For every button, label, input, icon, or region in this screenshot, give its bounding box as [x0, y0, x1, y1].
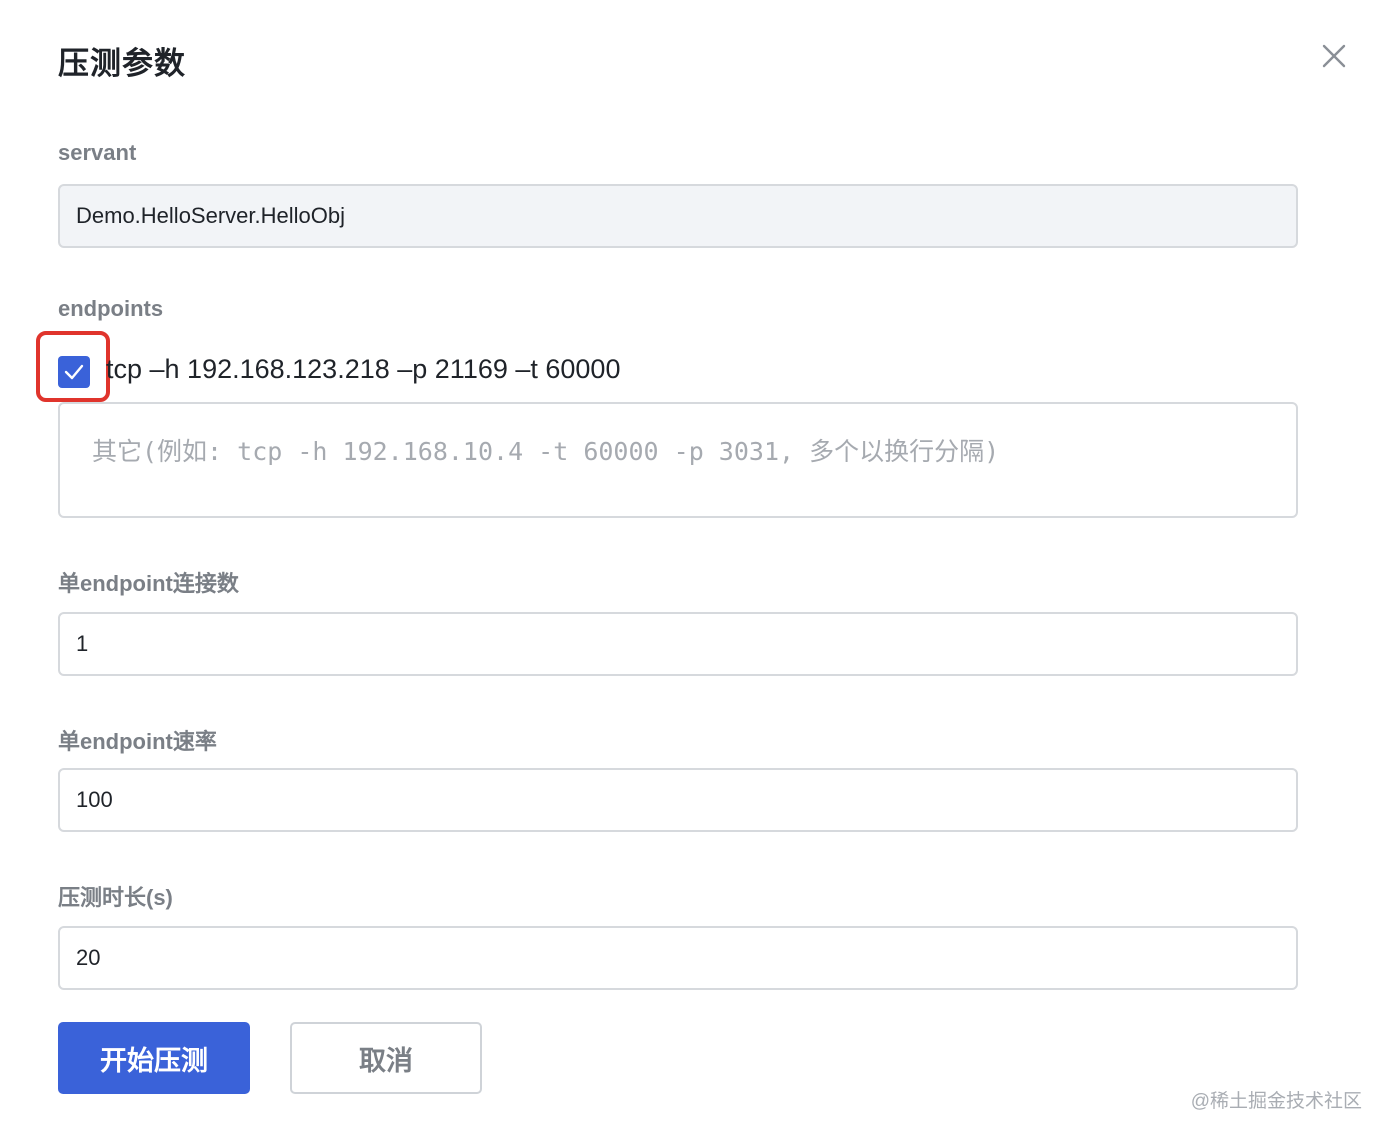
- servant-input[interactable]: [58, 184, 1298, 248]
- connections-label: 单endpoint连接数: [58, 571, 239, 596]
- other-endpoints-textarea[interactable]: [58, 402, 1298, 518]
- duration-label: 压测时长(s): [58, 885, 173, 910]
- connections-input[interactable]: [58, 612, 1298, 676]
- servant-label: servant: [58, 140, 137, 165]
- close-button[interactable]: [1316, 38, 1352, 74]
- endpoint-text: tcp –h 192.168.123.218 –p 21169 –t 60000: [106, 354, 621, 384]
- highlight-annotation: [36, 331, 110, 402]
- close-icon: [1322, 44, 1346, 68]
- duration-input[interactable]: [58, 926, 1298, 990]
- start-test-button[interactable]: 开始压测: [58, 1022, 250, 1094]
- cancel-button[interactable]: 取消: [290, 1022, 482, 1094]
- rate-input[interactable]: [58, 768, 1298, 832]
- dialog-title: 压测参数: [58, 46, 186, 81]
- stress-test-dialog: 压测参数 servant endpoints tcp –h 192.168.12…: [0, 0, 1392, 1138]
- rate-label: 单endpoint速率: [58, 729, 217, 754]
- endpoints-label: endpoints: [58, 296, 164, 321]
- watermark: @稀土掘金技术社区: [1190, 1091, 1362, 1112]
